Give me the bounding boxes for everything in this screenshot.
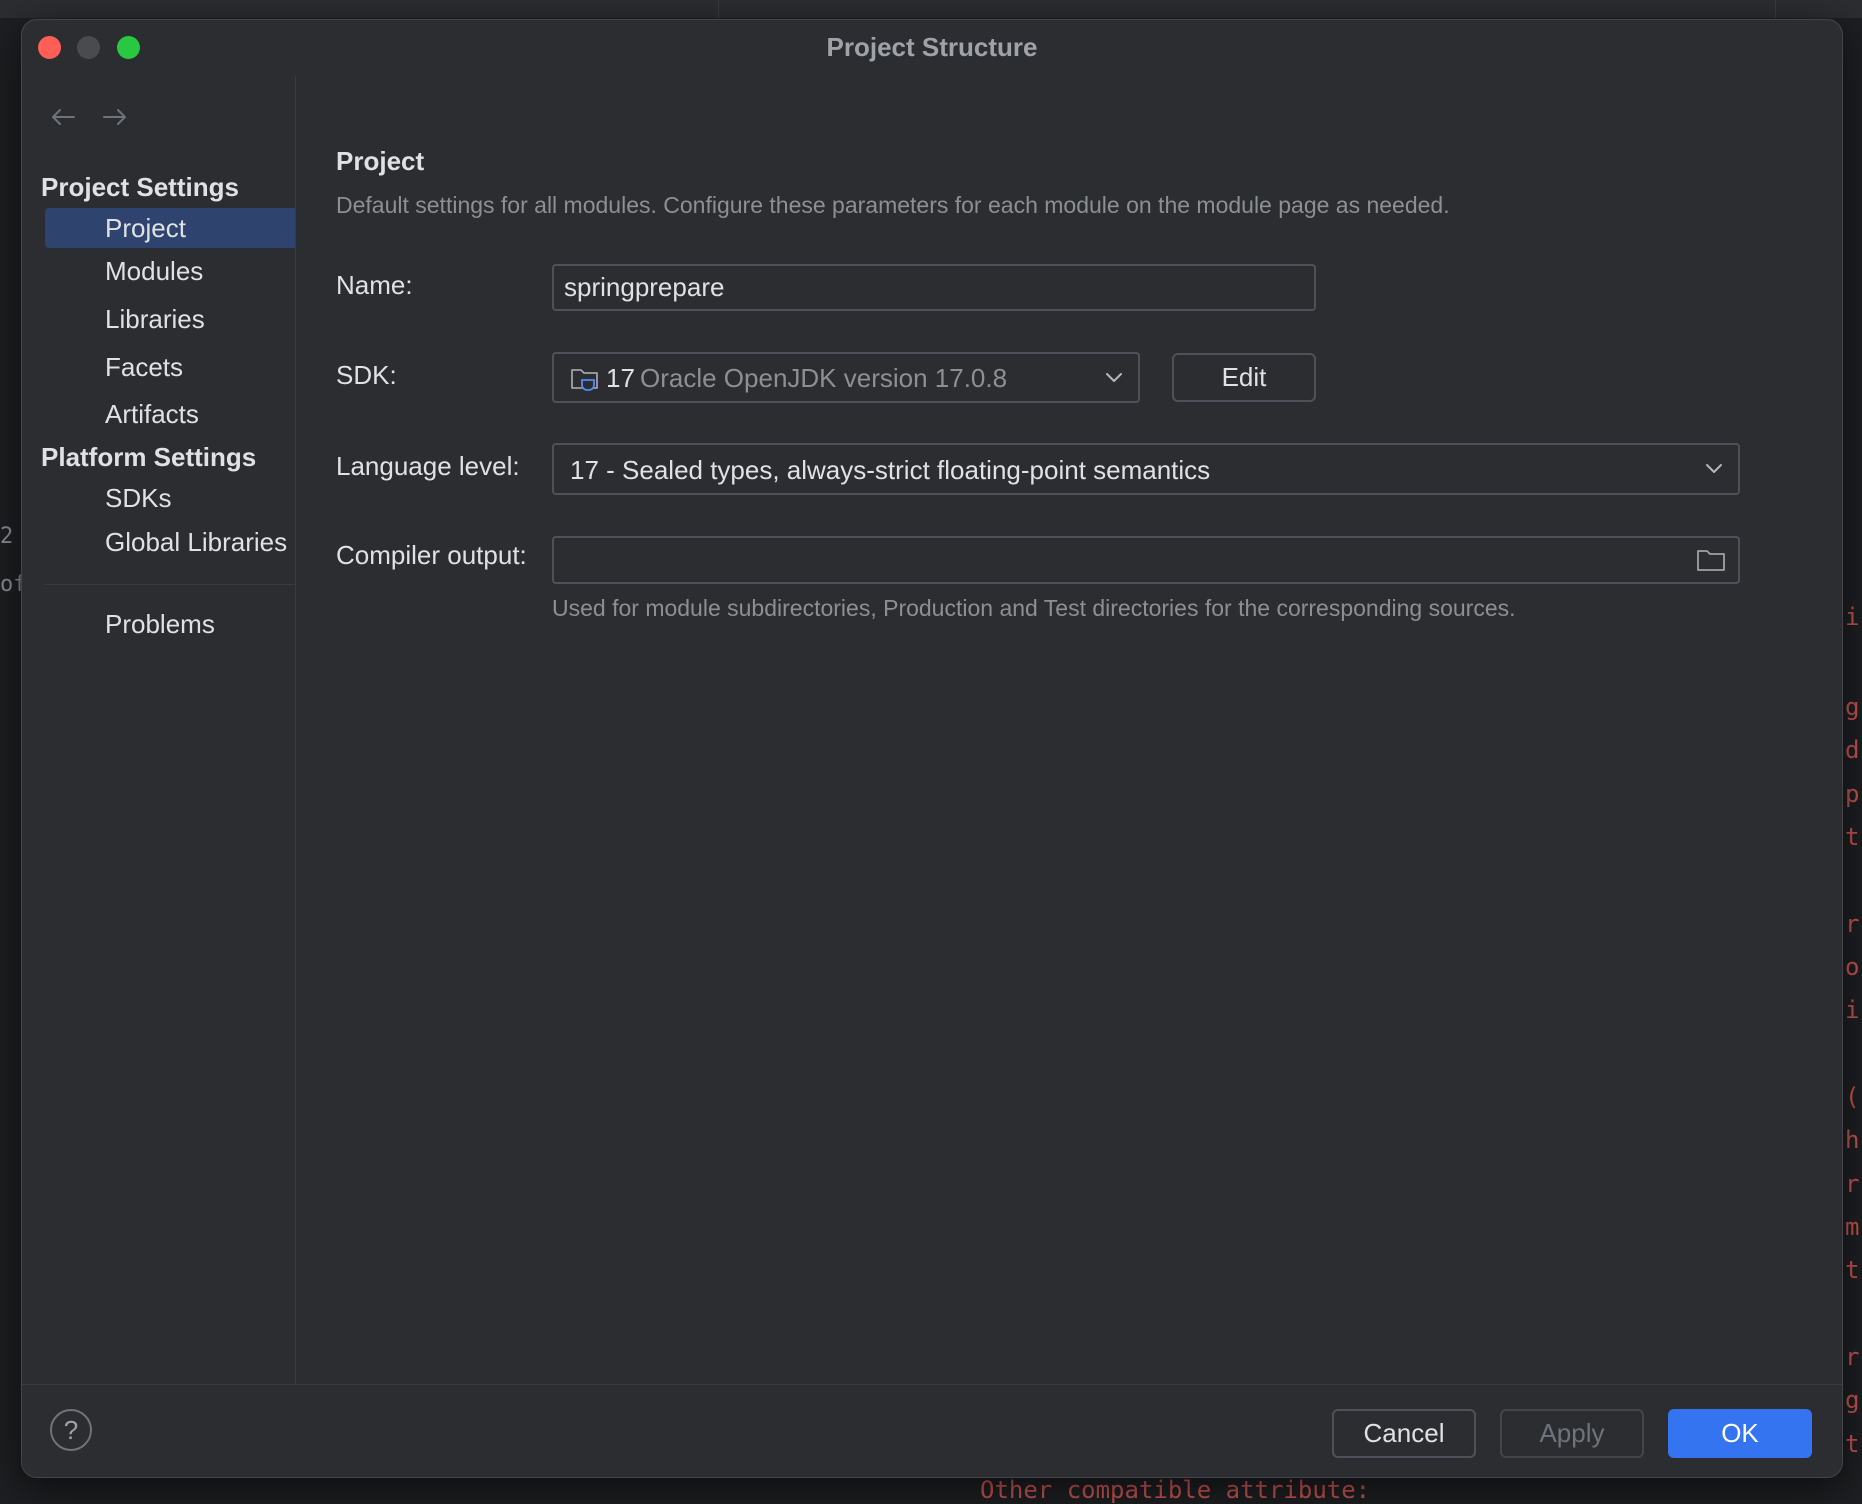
sidebar-divider: [45, 584, 295, 585]
arrow-right-icon[interactable]: [100, 102, 134, 132]
settings-sidebar: Project Settings Project Modules Librari…: [22, 76, 296, 1384]
project-settings-header: Project Settings: [41, 172, 239, 202]
cancel-button[interactable]: Cancel: [1332, 1409, 1476, 1458]
help-button[interactable]: ?: [50, 1409, 92, 1451]
sidebar-item-project[interactable]: Project: [45, 208, 295, 248]
language-level-value: 17 - Sealed types, always-strict floatin…: [570, 455, 1211, 485]
edit-sdk-button[interactable]: Edit: [1172, 353, 1316, 402]
jdk-folder-icon: [570, 365, 600, 393]
sdk-detail: Oracle OpenJDK version 17.0.8: [640, 363, 1008, 393]
title-bar: Project Structure: [22, 20, 1842, 72]
platform-settings-header: Platform Settings: [41, 442, 257, 472]
name-label: Name:: [336, 270, 413, 300]
sidebar-item-artifacts[interactable]: Artifacts: [45, 394, 295, 434]
background-toolbar: [0, 0, 1862, 18]
sdk-version: 17: [606, 363, 635, 393]
chevron-down-icon: [1102, 354, 1126, 401]
sidebar-item-global-libraries[interactable]: Global Libraries: [45, 522, 295, 562]
background-code-line: Other compatible attribute:: [980, 1476, 1371, 1504]
chevron-down-icon: [1702, 445, 1726, 493]
project-structure-dialog: Project Structure Project Settings Proje…: [21, 19, 1843, 1478]
compiler-output-label: Compiler output:: [336, 540, 527, 570]
sidebar-item-libraries[interactable]: Libraries: [45, 299, 295, 339]
background-code-fragments: i g d p t r o i ( h r m t r g t: [1845, 18, 1862, 1496]
project-name-input[interactable]: [552, 264, 1316, 311]
sidebar-item-sdks[interactable]: SDKs: [45, 478, 295, 518]
background-gutter-text: 2: [0, 524, 14, 549]
sidebar-item-modules[interactable]: Modules: [45, 251, 295, 291]
compiler-output-input[interactable]: [554, 538, 1674, 582]
compiler-output-hint: Used for module subdirectories, Producti…: [552, 595, 1516, 621]
dialog-footer: ? Cancel Apply OK: [22, 1384, 1842, 1477]
language-level-dropdown[interactable]: 17 - Sealed types, always-strict floatin…: [552, 443, 1740, 495]
arrow-left-icon[interactable]: [48, 102, 82, 132]
compiler-output-field[interactable]: [552, 536, 1740, 584]
sdk-dropdown[interactable]: 17 Oracle OpenJDK version 17.0.8: [552, 352, 1140, 403]
sdk-label: SDK:: [336, 360, 397, 390]
window-title: Project Structure: [826, 32, 1038, 62]
sidebar-item-problems[interactable]: Problems: [45, 604, 295, 644]
folder-icon[interactable]: [1696, 547, 1726, 573]
page-description: Default settings for all modules. Config…: [336, 192, 1450, 218]
apply-button[interactable]: Apply: [1500, 1409, 1644, 1458]
project-settings-panel: Project Default settings for all modules…: [296, 76, 1842, 1384]
ok-button[interactable]: OK: [1668, 1409, 1812, 1458]
language-level-label: Language level:: [336, 451, 520, 481]
sidebar-item-facets[interactable]: Facets: [45, 347, 295, 387]
page-title: Project: [336, 146, 425, 176]
